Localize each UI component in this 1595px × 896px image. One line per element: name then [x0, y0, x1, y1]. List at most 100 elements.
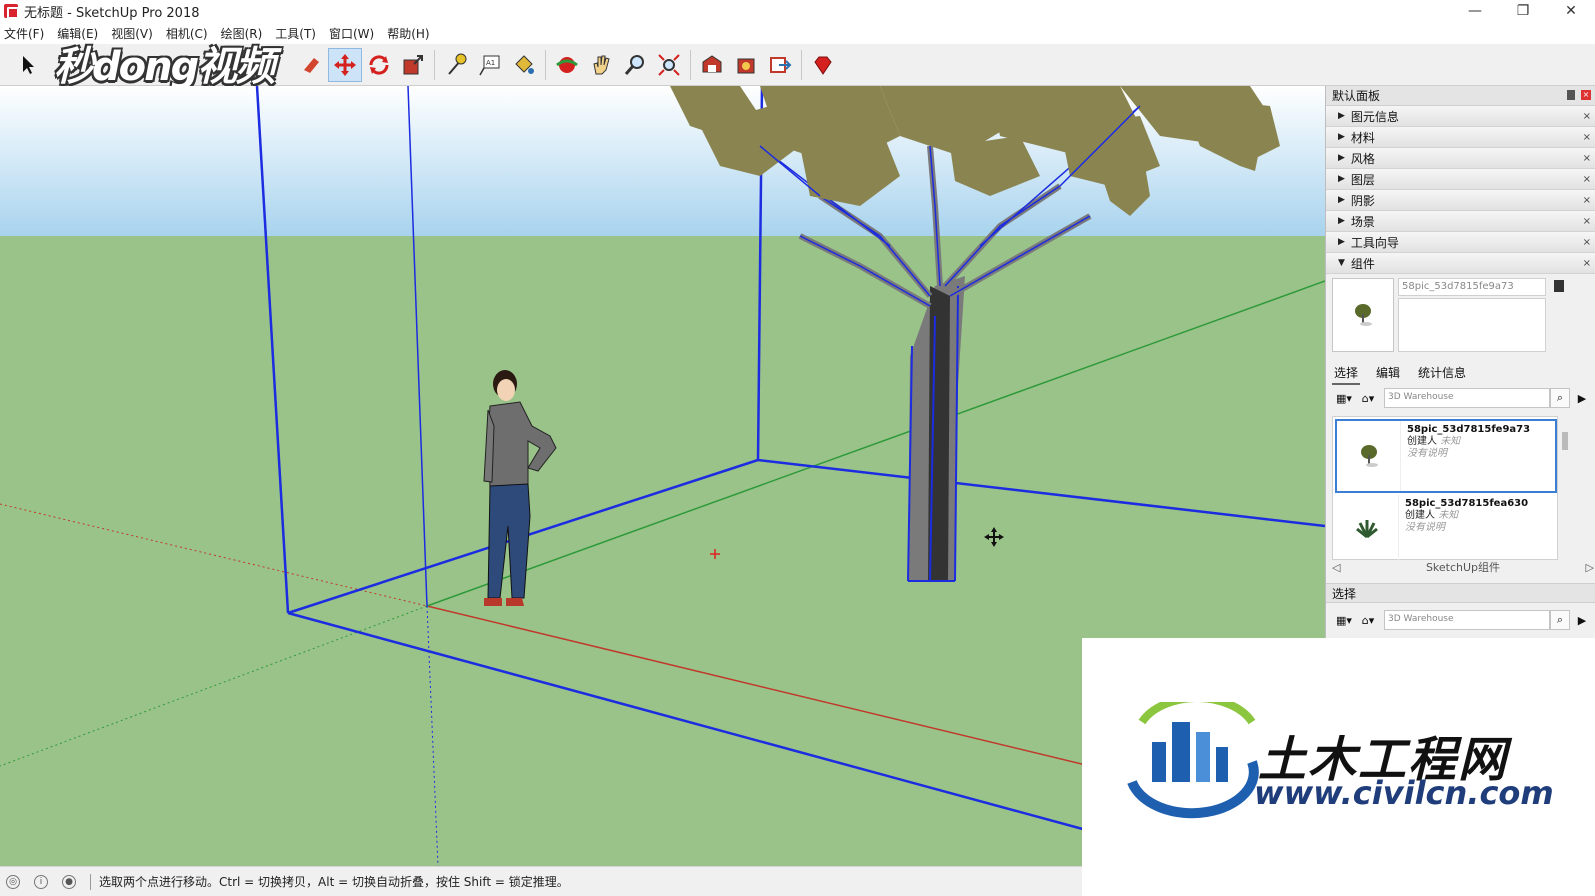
user-icon[interactable]: ● — [62, 874, 76, 889]
pan-tool-button[interactable] — [584, 48, 618, 82]
component-tabs: 选择 编辑 统计信息 — [1332, 362, 1482, 385]
item-title: 58pic_53d7815fe9a73 — [1407, 424, 1531, 435]
warehouse-search-input[interactable]: 3D Warehouse — [1384, 388, 1550, 408]
tray-instructor[interactable]: ▶ 工具向导 × — [1326, 232, 1595, 253]
home-icon[interactable]: ⌂▾ — [1356, 609, 1380, 631]
3d-warehouse-icon — [702, 54, 722, 72]
building-logo-icon — [1127, 702, 1259, 819]
zoom-extents-tool-button[interactable] — [652, 48, 686, 82]
search-icon[interactable]: ⌕ — [1550, 388, 1570, 408]
select-tool-button[interactable] — [10, 48, 44, 82]
restore-button[interactable]: ❐ — [1499, 0, 1547, 22]
pin-icon[interactable] — [1567, 90, 1575, 100]
item-text: 58pic_53d7815fe9a73 创建人 未知 没有说明 — [1401, 421, 1536, 491]
window-controls: — ❐ ✕ — [1451, 0, 1595, 22]
detail-icon[interactable] — [1554, 280, 1564, 292]
item-thumbnail — [1337, 421, 1401, 491]
expand-arrow-icon: ▶ — [1338, 237, 1345, 247]
hand-pan-icon — [593, 55, 610, 74]
expand-arrow-icon: ▶ — [1338, 195, 1345, 205]
tab-statistics[interactable]: 统计信息 — [1416, 362, 1468, 385]
tab-edit[interactable]: 编辑 — [1374, 362, 1402, 385]
toolbar-separator — [545, 49, 546, 80]
menu-window[interactable]: 窗口(W) — [329, 25, 374, 42]
tray-scenes[interactable]: ▶ 场景 × — [1326, 211, 1595, 232]
plant-thumbnail-icon — [1355, 520, 1378, 539]
tape-measure-tool-button[interactable] — [439, 48, 473, 82]
rotate-tool-button[interactable] — [362, 48, 396, 82]
tray-close-icon[interactable]: × — [1583, 111, 1591, 122]
details-arrow-icon[interactable]: ▶ — [1570, 387, 1594, 409]
menu-help[interactable]: 帮助(H) — [387, 25, 429, 42]
tray-entity-info[interactable]: ▶ 图元信息 × — [1326, 106, 1595, 127]
paint-bucket-tool-button[interactable] — [294, 48, 328, 82]
secondary-warehouse-search-input[interactable]: 3D Warehouse — [1384, 610, 1550, 630]
tray-close-icon[interactable]: × — [1583, 216, 1591, 227]
forward-icon[interactable]: ▷ — [1586, 561, 1594, 574]
component-name-field[interactable]: 58pic_53d7815fe9a73 — [1398, 278, 1546, 296]
view-options-icon[interactable]: ▦▾ — [1332, 609, 1356, 631]
tray-close-icon[interactable]: × — [1583, 174, 1591, 185]
collection-nav: ◁ SketchUp组件 ▷ — [1332, 558, 1594, 576]
list-item[interactable]: 58pic_53d7815fe9a73 创建人 未知 没有说明 — [1335, 419, 1557, 493]
tab-select[interactable]: 选择 — [1332, 362, 1361, 385]
warehouse-tool-button[interactable] — [695, 48, 729, 82]
tray-components[interactable]: ▼ 组件 × — [1326, 253, 1595, 274]
ruby-gem-icon — [814, 56, 832, 75]
panel-header: 默认面板 × — [1326, 86, 1595, 106]
credits-icon[interactable]: i — [34, 874, 48, 889]
search-icon[interactable]: ⌕ — [1550, 610, 1570, 630]
back-icon[interactable]: ◁ — [1332, 561, 1340, 574]
expand-arrow-icon: ▶ — [1338, 111, 1345, 121]
scroll-thumb[interactable] — [1562, 432, 1568, 450]
tray-close-icon[interactable]: × — [1583, 195, 1591, 206]
menu-tools[interactable]: 工具(T) — [275, 25, 316, 42]
minimize-button[interactable]: — — [1451, 0, 1499, 22]
tray-close-icon[interactable]: × — [1583, 258, 1591, 269]
share-model-tool-button[interactable] — [763, 48, 797, 82]
tray-close-icon[interactable]: × — [1583, 153, 1591, 164]
text-tool-button[interactable]: A1 — [473, 48, 507, 82]
panel-close-icon[interactable]: × — [1581, 90, 1591, 100]
home-icon[interactable]: ⌂▾ — [1356, 387, 1380, 409]
share-model-icon — [770, 56, 792, 73]
title-bar: 无标题 - SketchUp Pro 2018 — ❐ ✕ — [0, 0, 1595, 22]
extension-warehouse-icon — [737, 58, 755, 73]
tray-materials[interactable]: ▶ 材料 × — [1326, 127, 1595, 148]
item-author: 创建人 未知 — [1407, 436, 1461, 447]
status-separator — [90, 873, 91, 890]
tray-layers[interactable]: ▶ 图层 × — [1326, 169, 1595, 190]
close-button[interactable]: ✕ — [1547, 0, 1595, 22]
tray-shadows[interactable]: ▶ 阴影 × — [1326, 190, 1595, 211]
expand-arrow-icon: ▶ — [1338, 132, 1345, 142]
tray-styles[interactable]: ▶ 风格 × — [1326, 148, 1595, 169]
orbit-tool-button[interactable] — [550, 48, 584, 82]
tray-close-icon[interactable]: × — [1583, 237, 1591, 248]
zoom-extents-icon — [658, 53, 680, 76]
top-watermark-logo: 秒dong视频 — [54, 44, 275, 90]
menu-file[interactable]: 文件(F) — [4, 25, 44, 42]
toolbar-separator — [690, 49, 691, 80]
orbit-icon — [556, 56, 578, 73]
geo-location-icon[interactable]: ◎ — [6, 874, 20, 889]
eraser-icon — [304, 57, 319, 73]
ruby-tool-button[interactable] — [806, 48, 840, 82]
window-title: 无标题 - SketchUp Pro 2018 — [24, 5, 200, 21]
zoom-tool-button[interactable] — [618, 48, 652, 82]
toolbar-separator — [801, 49, 802, 80]
collection-name: SketchUp组件 — [1425, 561, 1501, 574]
scale-tool-button[interactable] — [396, 48, 430, 82]
component-preview — [1332, 278, 1394, 352]
move-tool-button[interactable] — [328, 47, 362, 82]
view-options-icon[interactable]: ▦▾ — [1332, 387, 1356, 409]
component-description-field[interactable] — [1398, 298, 1546, 352]
details-arrow-icon[interactable]: ▶ — [1570, 609, 1594, 631]
paint-tool-button[interactable] — [507, 48, 541, 82]
magnifier-icon — [624, 54, 644, 75]
extension-warehouse-tool-button[interactable] — [729, 48, 763, 82]
tray-close-icon[interactable]: × — [1583, 132, 1591, 143]
list-scrollbar[interactable] — [1560, 416, 1570, 560]
secondary-select-header: 选择 — [1326, 583, 1595, 603]
component-search-row: ▦▾ ⌂▾ 3D Warehouse ⌕ ▶ — [1332, 386, 1594, 410]
move-arrows-icon — [334, 53, 356, 76]
